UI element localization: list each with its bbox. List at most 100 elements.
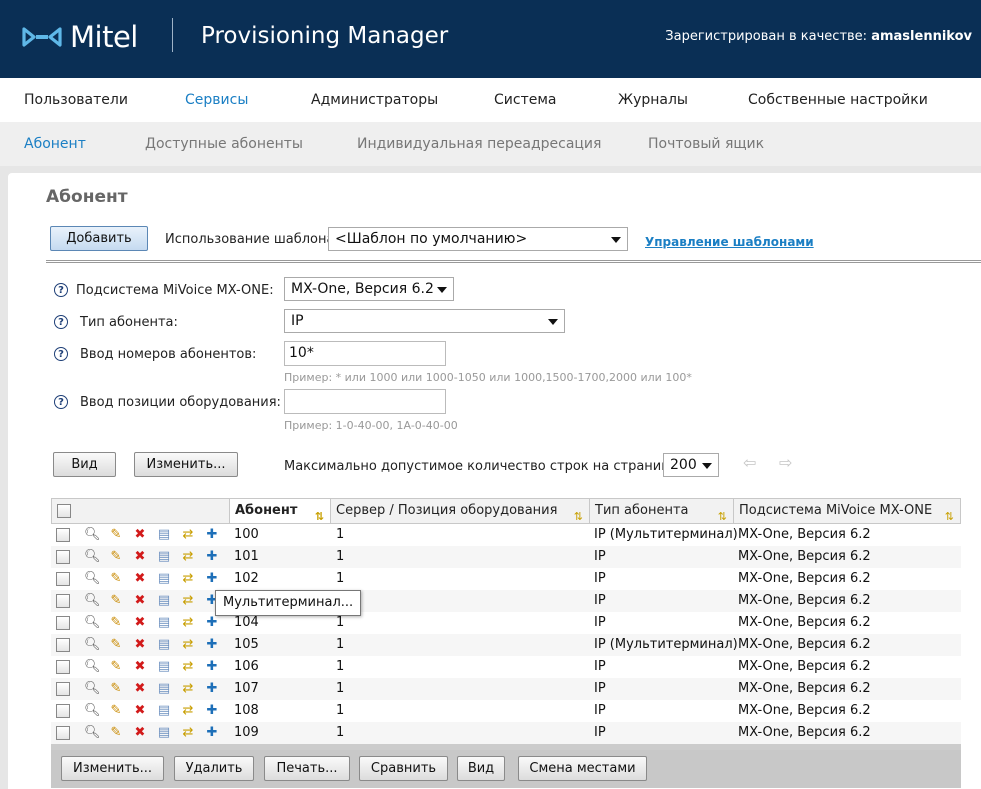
- nav-services[interactable]: Сервисы: [185, 92, 248, 108]
- table-row[interactable]: 🔍︎ ✎ ✖ ▤ ⇄ ✚ 104 1 IP MX-One, Версия 6.2: [51, 612, 961, 634]
- pencil-icon[interactable]: ✎: [108, 527, 124, 543]
- column-header-server[interactable]: Сервер / Позиция оборудования ⇅: [331, 499, 590, 523]
- add-terminal-icon[interactable]: ✚: [204, 659, 220, 675]
- copy-icon[interactable]: ▤: [156, 527, 172, 543]
- copy-icon[interactable]: ▤: [156, 637, 172, 653]
- magnifier-icon[interactable]: 🔍︎: [84, 571, 101, 587]
- delete-icon[interactable]: ✖: [132, 637, 148, 653]
- help-icon[interactable]: ?: [54, 395, 68, 409]
- move-icon[interactable]: ⇄: [180, 659, 196, 675]
- row-checkbox[interactable]: [56, 616, 70, 630]
- position-input[interactable]: [284, 389, 446, 414]
- move-icon[interactable]: ⇄: [180, 571, 196, 587]
- column-header-subsystem[interactable]: Подсистема MiVoice MX-ONE ⇅: [734, 499, 960, 523]
- table-row[interactable]: 🔍︎ ✎ ✖ ▤ ⇄ ✚ 102 1 IP MX-One, Версия 6.2: [51, 568, 961, 590]
- column-header-type[interactable]: Тип абонента ⇅: [590, 499, 734, 523]
- numbers-input[interactable]: 10*: [284, 341, 446, 366]
- print-button[interactable]: Печать...: [264, 756, 350, 781]
- arrow-right-icon[interactable]: ⇨: [779, 453, 792, 472]
- subscriber-type-select[interactable]: IP: [284, 309, 565, 333]
- copy-icon[interactable]: ▤: [156, 659, 172, 675]
- row-checkbox[interactable]: [56, 704, 70, 718]
- nav-users[interactable]: Пользователи: [24, 92, 128, 108]
- row-checkbox[interactable]: [56, 528, 70, 542]
- delete-icon[interactable]: ✖: [132, 527, 148, 543]
- pencil-icon[interactable]: ✎: [108, 725, 124, 741]
- copy-icon[interactable]: ▤: [156, 593, 172, 609]
- table-row[interactable]: 🔍︎ ✎ ✖ ▤ ⇄ ✚ 101 1 IP MX-One, Версия 6.2: [51, 546, 961, 568]
- magnifier-icon[interactable]: 🔍︎: [84, 637, 101, 653]
- table-row[interactable]: 🔍︎ ✎ ✖ ▤ ⇄ ✚ 106 1 IP MX-One, Версия 6.2: [51, 656, 961, 678]
- delete-icon[interactable]: ✖: [132, 703, 148, 719]
- move-icon[interactable]: ⇄: [180, 681, 196, 697]
- copy-icon[interactable]: ▤: [156, 549, 172, 565]
- add-terminal-icon[interactable]: ✚: [204, 725, 220, 741]
- add-terminal-icon[interactable]: ✚: [204, 527, 220, 543]
- pencil-icon[interactable]: ✎: [108, 615, 124, 631]
- help-icon[interactable]: ?: [54, 283, 68, 297]
- add-terminal-icon[interactable]: ✚: [204, 681, 220, 697]
- subnav-mailbox[interactable]: Почтовый ящик: [648, 136, 764, 152]
- add-terminal-icon[interactable]: ✚: [204, 549, 220, 565]
- delete-icon[interactable]: ✖: [132, 593, 148, 609]
- magnifier-icon[interactable]: 🔍︎: [84, 527, 101, 543]
- delete-icon[interactable]: ✖: [132, 615, 148, 631]
- copy-icon[interactable]: ▤: [156, 615, 172, 631]
- move-icon[interactable]: ⇄: [180, 615, 196, 631]
- row-checkbox[interactable]: [56, 638, 70, 652]
- delete-icon[interactable]: ✖: [132, 549, 148, 565]
- nav-own-settings[interactable]: Собственные настройки: [748, 92, 928, 108]
- magnifier-icon[interactable]: 🔍︎: [84, 681, 101, 697]
- table-row[interactable]: 🔍︎ ✎ ✖ ▤ ⇄ ✚ 109 1 IP MX-One, Версия 6.2: [51, 722, 961, 744]
- row-checkbox[interactable]: [56, 594, 70, 608]
- add-button[interactable]: Добавить: [50, 226, 148, 251]
- magnifier-icon[interactable]: 🔍︎: [84, 549, 101, 565]
- delete-button[interactable]: Удалить: [174, 756, 254, 781]
- move-icon[interactable]: ⇄: [180, 593, 196, 609]
- select-all-checkbox[interactable]: [57, 504, 71, 518]
- subnav-individual-forwarding[interactable]: Индивидуальная переадресация: [357, 136, 601, 152]
- bulk-change-button[interactable]: Изменить...: [61, 756, 164, 781]
- help-icon[interactable]: ?: [54, 315, 68, 329]
- move-icon[interactable]: ⇄: [180, 703, 196, 719]
- delete-icon[interactable]: ✖: [132, 681, 148, 697]
- pencil-icon[interactable]: ✎: [108, 593, 124, 609]
- compare-button[interactable]: Сравнить: [359, 756, 448, 781]
- table-row[interactable]: 🔍︎ ✎ ✖ ▤ ⇄ ✚ 103 1 IP MX-One, Версия 6.2: [51, 590, 961, 612]
- swap-button[interactable]: Смена местами: [518, 756, 647, 781]
- row-checkbox[interactable]: [56, 682, 70, 696]
- help-icon[interactable]: ?: [54, 347, 68, 361]
- template-select[interactable]: <Шаблон по умолчанию>: [328, 227, 628, 251]
- bulk-view-button[interactable]: Вид: [457, 756, 505, 781]
- row-checkbox[interactable]: [56, 726, 70, 740]
- view-button[interactable]: Вид: [53, 452, 116, 477]
- column-header-subscriber[interactable]: Абонент ⇅: [230, 499, 331, 523]
- copy-icon[interactable]: ▤: [156, 725, 172, 741]
- arrow-left-icon[interactable]: ⇦: [743, 453, 756, 472]
- pencil-icon[interactable]: ✎: [108, 659, 124, 675]
- move-icon[interactable]: ⇄: [180, 549, 196, 565]
- delete-icon[interactable]: ✖: [132, 659, 148, 675]
- pencil-icon[interactable]: ✎: [108, 681, 124, 697]
- delete-icon[interactable]: ✖: [132, 571, 148, 587]
- subnav-available-subscribers[interactable]: Доступные абоненты: [145, 136, 303, 152]
- add-terminal-icon[interactable]: ✚: [204, 703, 220, 719]
- subsystem-select[interactable]: MX-One, Версия 6.2: [284, 277, 454, 301]
- copy-icon[interactable]: ▤: [156, 571, 172, 587]
- row-checkbox[interactable]: [56, 572, 70, 586]
- row-checkbox[interactable]: [56, 550, 70, 564]
- change-button[interactable]: Изменить...: [134, 452, 238, 477]
- table-row[interactable]: 🔍︎ ✎ ✖ ▤ ⇄ ✚ 100 1 IP (Мультитерминал) M…: [51, 524, 961, 546]
- pencil-icon[interactable]: ✎: [108, 549, 124, 565]
- add-terminal-icon[interactable]: ✚: [204, 637, 220, 653]
- manage-templates-link[interactable]: Управление шаблонами: [645, 235, 814, 249]
- move-icon[interactable]: ⇄: [180, 725, 196, 741]
- magnifier-icon[interactable]: 🔍︎: [84, 703, 101, 719]
- pencil-icon[interactable]: ✎: [108, 571, 124, 587]
- magnifier-icon[interactable]: 🔍︎: [84, 725, 101, 741]
- move-icon[interactable]: ⇄: [180, 637, 196, 653]
- nav-system[interactable]: Система: [494, 92, 556, 108]
- delete-icon[interactable]: ✖: [132, 725, 148, 741]
- nav-logs[interactable]: Журналы: [618, 92, 688, 108]
- add-terminal-icon[interactable]: ✚: [204, 615, 220, 631]
